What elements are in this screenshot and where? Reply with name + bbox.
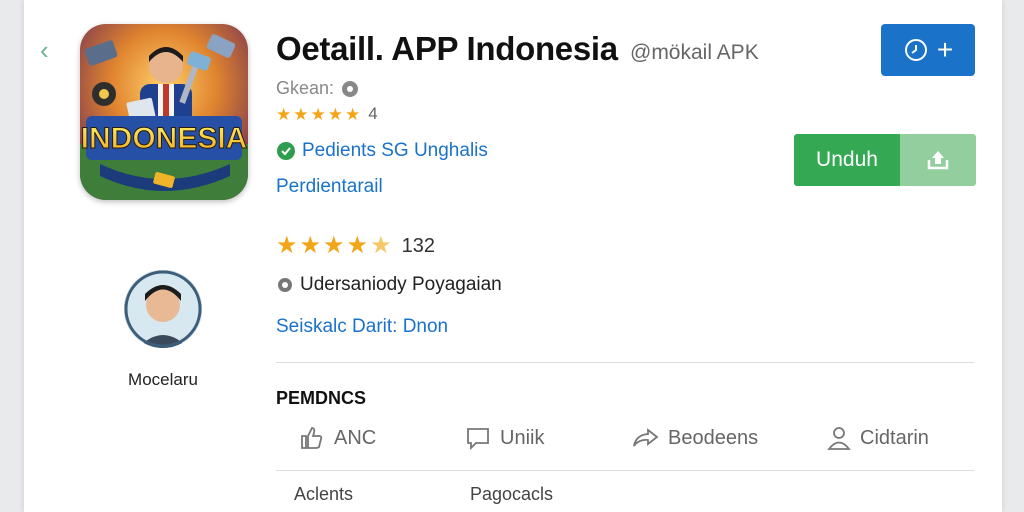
divider [276,362,974,363]
star-icon: ★ [323,232,345,259]
star-icon: ★ [276,232,298,259]
comment-icon [467,428,489,451]
star-icon: ★ [327,104,343,124]
star-icon: ★ [310,104,326,124]
rating: ★ ★ ★ ★ ★ 132 [276,234,435,258]
action-like[interactable]: ANC [298,424,376,452]
thumbs-up-icon [301,427,323,449]
verified-link-label: Pedients SG Unghalis [302,140,488,161]
star-half-icon: ★ [370,232,392,259]
bottom-tab-2[interactable]: Pagocacls [470,484,553,505]
user-icon [827,427,851,450]
small-rating-value: 4 [368,104,378,123]
download-button-label: Unduh [794,134,900,186]
small-rating: ★ ★ ★ ★ ★ 4 [276,104,378,124]
developer-line: Gkean: [276,78,360,99]
action-like-label: ANC [334,426,377,449]
action-user-label: Cidtarin [860,426,929,449]
clock-icon [904,39,927,61]
share-icon [633,428,659,447]
developer-label: Gkean: [276,78,335,98]
app-icon-banner-text: INDONESIA [81,122,248,155]
section-title: PEMDNCS [276,388,367,408]
bottom-tab-1[interactable]: Aclents [294,484,353,505]
back-chevron-icon[interactable]: ‹ [40,36,60,64]
star-icon: ★ [345,104,361,124]
star-icon: ★ [299,232,322,259]
download-extra[interactable] [900,134,976,186]
star-icon: ★ [293,104,309,124]
avatar-name: Mocelaru [128,370,198,389]
publisher-line: Udersaniody Poyagaian [276,274,502,296]
app-tag: @mökail APK [630,41,759,64]
install-icon [927,151,949,170]
action-user[interactable]: Cidtarin [826,424,929,452]
verified-link[interactable]: Pedients SG Unghalis [276,140,488,162]
app-title: Oetaill. APP Indonesia [276,30,618,67]
add-button[interactable]: + [881,24,975,76]
verified-check-icon [277,142,295,160]
app-icon-illustration: INDONESIA [80,24,248,200]
publisher-icon [278,278,292,292]
publisher-name: Udersaniody Poyagaian [300,274,502,295]
see-more-link[interactable]: Seiskalc Darit: Dnon [276,316,448,338]
avatar-portrait [124,270,202,348]
avatar[interactable] [124,270,202,348]
action-share[interactable]: Beodeens [630,424,758,452]
rating-count: 132 [401,234,435,257]
action-comment-label: Uniik [500,426,545,449]
category-link[interactable]: Perdientarail [276,176,383,198]
app-icon: INDONESIA [80,24,248,200]
app-detail-card: ‹ INDONESIA Oetaill. APP Indonesia @möka… [24,0,1002,512]
download-button[interactable]: Unduh [794,134,976,186]
divider [276,470,974,471]
star-icon: ★ [276,104,292,124]
action-share-label: Beodeens [668,426,759,449]
action-comment[interactable]: Uniik [464,424,544,452]
star-icon: ★ [346,232,369,259]
info-icon [342,80,359,97]
plus-icon: + [936,34,954,65]
